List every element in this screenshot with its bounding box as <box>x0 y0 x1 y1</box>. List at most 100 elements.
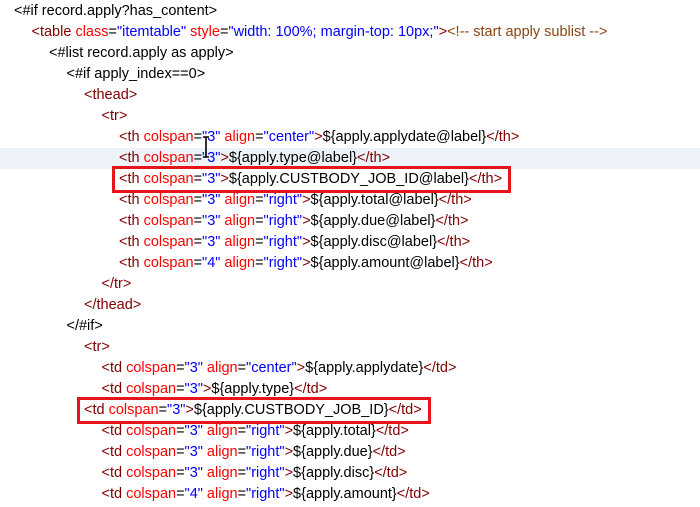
code-token: "3" <box>184 381 203 397</box>
code-token: ${apply.applydate@label} <box>322 129 487 145</box>
code-token: ${apply.disc@label} <box>310 234 438 250</box>
code-line[interactable]: <th colspan="3">${apply.CUSTBODY_JOB_ID@… <box>0 169 700 190</box>
code-line[interactable]: <td colspan="3" align="right">${apply.to… <box>0 421 700 442</box>
code-token: <#if apply_index==0> <box>66 66 206 82</box>
code-line[interactable]: <thead> <box>0 85 700 106</box>
code-token: = <box>176 423 185 439</box>
code-line-text: <td colspan="3">${apply.type}</td> <box>102 379 328 400</box>
code-line[interactable]: <td colspan="3">${apply.CUSTBODY_JOB_ID}… <box>0 400 700 421</box>
code-line[interactable]: <th colspan="3">${apply.type@label}</th> <box>0 148 700 169</box>
code-token: = <box>237 486 247 502</box>
code-line[interactable]: <th colspan="3" align="right">${apply.to… <box>0 190 700 211</box>
code-line[interactable]: <td colspan="3" align="right">${apply.di… <box>0 463 700 484</box>
code-token: </tr> <box>101 276 132 292</box>
code-token: <td <box>101 360 127 376</box>
code-token: <tr> <box>84 339 110 355</box>
code-token: ${apply.total@label} <box>310 192 439 208</box>
code-token: = <box>108 24 117 40</box>
code-token: "right" <box>246 486 285 502</box>
code-token: "right" <box>263 234 303 250</box>
code-token: = <box>176 381 185 397</box>
code-token: </th> <box>469 171 503 187</box>
code-token: ${apply.due} <box>293 444 373 460</box>
code-line[interactable]: <th colspan="3" align="center">${apply.a… <box>0 127 700 148</box>
code-token: style <box>186 24 220 40</box>
code-line[interactable]: <th colspan="3" align="right">${apply.du… <box>0 211 700 232</box>
code-token: > <box>302 255 311 271</box>
code-line[interactable]: </tr> <box>0 274 700 295</box>
code-token: "itemtable" <box>116 24 187 40</box>
code-token: "width: 100%; margin-top: 10px;" <box>228 24 439 40</box>
code-line-text: <td colspan="3" align="right">${apply.di… <box>102 463 408 484</box>
code-line-text: <td colspan="3" align="right">${apply.du… <box>102 442 406 463</box>
code-token: align <box>202 465 238 481</box>
code-token: "3" <box>167 402 186 418</box>
code-token: "3" <box>184 360 203 376</box>
code-line[interactable]: <td colspan="3" align="right">${apply.du… <box>0 442 700 463</box>
code-token: = <box>237 360 247 376</box>
code-token: "4" <box>184 486 203 502</box>
code-token: = <box>193 129 203 145</box>
code-line-text: <th colspan="3">${apply.CUSTBODY_JOB_ID@… <box>119 169 502 190</box>
code-token: </td> <box>423 360 457 376</box>
code-token: > <box>296 360 306 376</box>
code-line-text: <table class="itemtable" style="width: 1… <box>32 22 608 43</box>
code-line[interactable]: <#if record.apply?has_content> <box>0 1 700 22</box>
code-line[interactable]: <td colspan="4" align="right">${apply.am… <box>0 484 700 505</box>
code-token: "center" <box>246 360 297 376</box>
code-line-text: </tr> <box>102 274 132 295</box>
code-token: <th <box>119 255 144 271</box>
code-line[interactable]: </thead> <box>0 295 700 316</box>
code-token: <td <box>84 402 109 418</box>
code-token: align <box>202 360 238 376</box>
code-line[interactable]: </#if> <box>0 316 700 337</box>
code-token: align <box>220 192 256 208</box>
code-token: <th <box>119 192 144 208</box>
code-token: "right" <box>263 213 303 229</box>
code-editor[interactable]: <#if record.apply?has_content> <table cla… <box>0 0 700 507</box>
code-line-text: <th colspan="3" align="right">${apply.di… <box>119 232 470 253</box>
code-token: </th> <box>435 213 469 229</box>
code-line-text: <tr> <box>84 337 110 358</box>
code-line[interactable]: <#list record.apply as apply> <box>0 43 700 64</box>
code-token: <td <box>101 423 127 439</box>
code-token: <tr> <box>101 108 128 124</box>
code-token: ${apply.amount@label} <box>310 255 460 271</box>
text-cursor-icon <box>203 136 209 158</box>
code-token: = <box>193 213 203 229</box>
code-token: ${apply.disc} <box>293 465 375 481</box>
code-token: ${apply.amount} <box>293 486 397 502</box>
code-line[interactable]: <th colspan="3" align="right">${apply.di… <box>0 232 700 253</box>
code-line-text: <td colspan="3" align="right">${apply.to… <box>102 421 409 442</box>
code-line[interactable]: <tr> <box>0 337 700 358</box>
code-token: = <box>176 360 185 376</box>
code-token: <th <box>119 150 144 166</box>
code-token: colspan <box>126 381 177 397</box>
code-token: = <box>193 150 203 166</box>
code-token: </th> <box>357 150 391 166</box>
code-line[interactable]: <td colspan="3" align="center">${apply.a… <box>0 358 700 379</box>
code-line[interactable]: <td colspan="3">${apply.type}</td> <box>0 379 700 400</box>
code-line[interactable]: <#if apply_index==0> <box>0 64 700 85</box>
code-token: <#list record.apply as apply> <box>49 45 234 61</box>
code-token: colspan <box>143 234 194 250</box>
code-token: = <box>193 171 203 187</box>
code-token: ${apply.total} <box>293 423 376 439</box>
code-token: <#if record.apply?has_content> <box>14 3 218 19</box>
code-token: ${apply.CUSTBODY_JOB_ID@label} <box>228 171 469 187</box>
code-token: <th <box>119 171 144 187</box>
code-line[interactable]: <th colspan="4" align="right">${apply.am… <box>0 253 700 274</box>
code-line-text: <th colspan="3">${apply.type@label}</th> <box>119 148 390 169</box>
code-token: </td> <box>388 402 422 418</box>
code-token: colspan <box>143 255 194 271</box>
code-line-text: </#if> <box>67 316 103 337</box>
code-token: = <box>158 402 168 418</box>
code-line[interactable]: <tr> <box>0 106 700 127</box>
code-line[interactable]: <table class="itemtable" style="width: 1… <box>0 22 700 43</box>
code-line-text: <th colspan="4" align="right">${apply.am… <box>119 253 493 274</box>
code-token: align <box>202 486 238 502</box>
code-token: > <box>284 444 294 460</box>
code-token: "4" <box>202 255 221 271</box>
code-token: = <box>237 444 247 460</box>
code-token: align <box>202 423 238 439</box>
